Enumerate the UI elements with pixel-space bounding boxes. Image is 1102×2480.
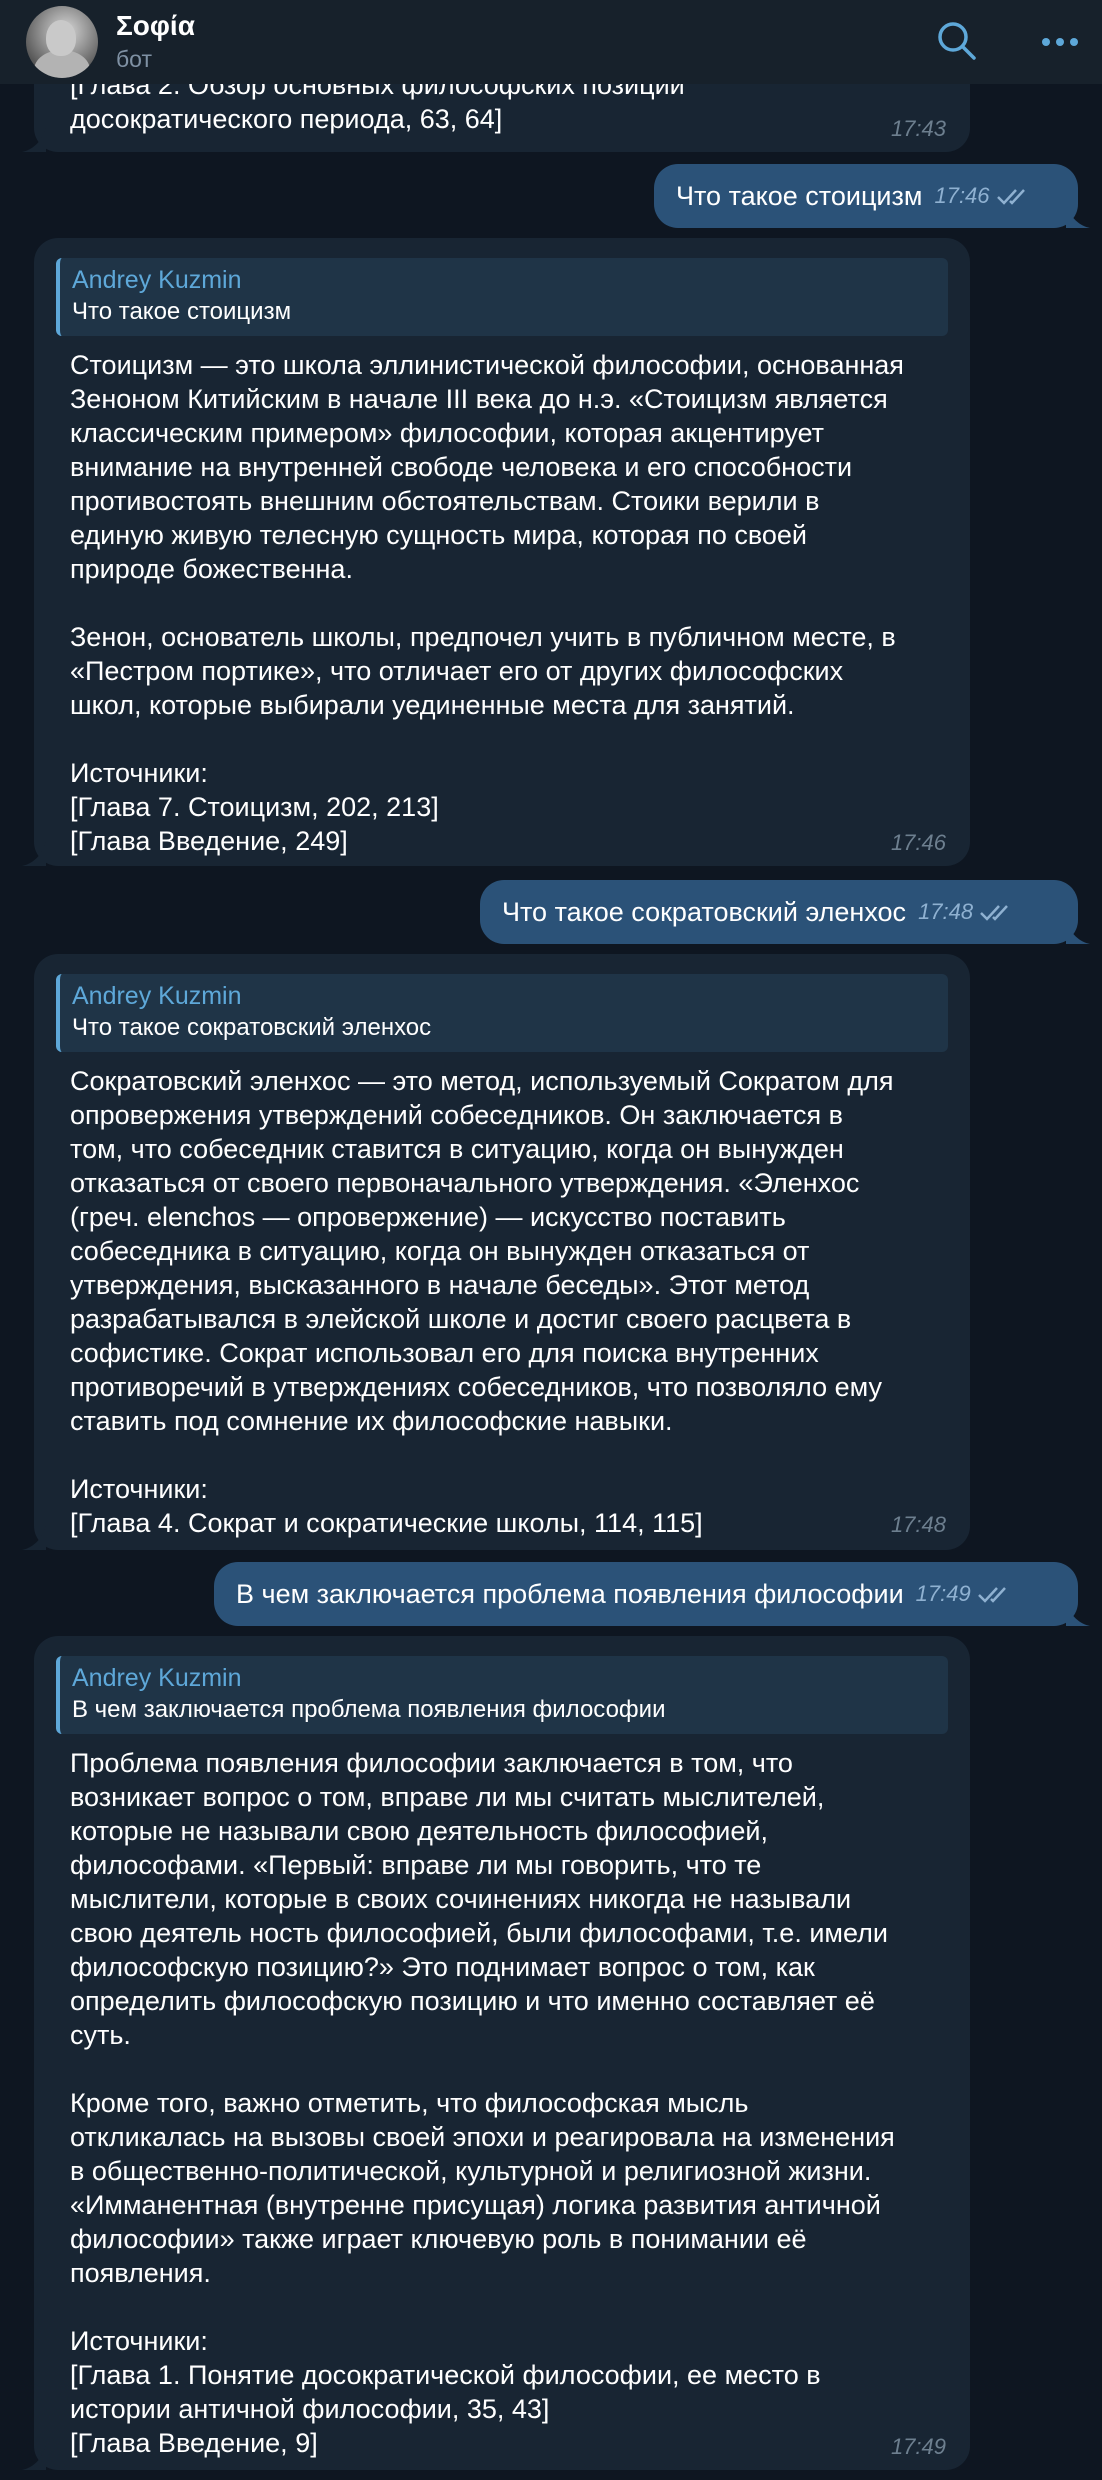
reply-quote[interactable]: Andrey Kuzmin В чем заключается проблема… [56,1656,948,1734]
message-time: 17:48 [918,899,974,924]
chat-header: Σοφία бот [0,0,1102,84]
bubble-tail [1066,204,1090,228]
bubble-tail [1066,920,1090,944]
outgoing-message: Что такое стоицизм 17:46 [654,164,1090,228]
message-line: [Глава 4. Сократ и сократические школы, … [70,1508,703,1538]
message-line: «Пестром портике», что отличает его от д… [70,656,844,686]
message-time: 17:48 [890,1512,946,1537]
chat-title[interactable]: Σοφία [116,10,195,42]
message-line: появления. [70,2258,211,2288]
double-check-icon [977,1587,1006,1603]
message-line: Стоицизм — это школа эллинистической фил… [70,350,904,380]
more-icon[interactable] [1040,30,1080,54]
message-line: Источники: [70,758,208,788]
message-text: Что такое сократовский эленхос [502,897,907,927]
reply-text: В чем заключается проблема появления фил… [72,1696,666,1723]
message-line: Зеноном Китийским в начале III века до н… [70,384,888,414]
message-line: возникает вопрос о том, вправе ли мы счи… [70,1782,825,1812]
incoming-message: Andrey Kuzmin В чем заключается проблема… [22,1636,970,2470]
message-line: философами. «Первый: вправе ли мы говори… [70,1850,762,1880]
message-line: Проблема появления философии заключается… [70,1748,793,1778]
message-line: свою деятель ность философией, были фило… [70,1918,888,1948]
message-time: 17:46 [890,830,946,855]
message-line: Источники: [70,2326,208,2356]
reply-text: Что такое стоицизм [72,298,292,325]
message-line: [Глава 7. Стоицизм, 202, 213] [70,792,439,822]
chat-subtitle: бот [116,46,152,72]
reply-quote[interactable]: Andrey Kuzmin Что такое стоицизм [56,258,948,336]
message-line: собеседника в ситуацию, когда он вынужде… [70,1236,810,1266]
message-line: отказаться от своего первоначального утв… [70,1168,860,1198]
message-line: единую живую телесную сущность мира, кот… [70,520,808,550]
double-check-icon [996,189,1025,205]
incoming-message: Andrey Kuzmin Что такое стоицизм Стоициз… [22,238,970,866]
message-time: 17:49 [890,2434,946,2459]
message-line: «Имманентная (внутренне присущая) логика… [70,2190,881,2220]
message-line: опровержения утверждений собеседников. О… [70,1100,843,1130]
bubble-tail [22,2446,46,2470]
message-line: том, что собеседник ставится в ситуацию,… [70,1134,844,1164]
incoming-message: Andrey Kuzmin Что такое сократовский эле… [22,954,970,1550]
message-line: Кроме того, важно отметить, что философс… [70,2088,749,2118]
message-line: природе божественна. [70,554,353,584]
message-line: школ, которые выбирали уединенные места … [70,690,795,720]
message-body: Сократовский эленхос — это метод, исполь… [70,1064,893,1540]
search-icon[interactable] [934,18,980,64]
message-line: Сократовский эленхос — это метод, исполь… [70,1066,894,1096]
message-line: ставить под сомнение их философские навы… [70,1406,673,1436]
message-line: досократического периода, 63, 64] [70,104,503,134]
bubble-tail [22,1526,46,1550]
bubble-tail [22,842,46,866]
message-line: определить философскую позицию и что име… [70,1986,875,2016]
message-line: (греч. elenchos — опровержение) — искусс… [70,1202,786,1232]
message-line: Зенон, основатель школы, предпочел учить… [70,622,896,652]
bubble-tail [22,128,46,152]
avatar-head [46,20,76,56]
outgoing-message: Что такое сократовский эленхос 17:48 [480,880,1090,944]
outgoing-message: В чем заключается проблема появления фил… [214,1562,1090,1626]
message-line: философии» также играет ключевую роль в … [70,2224,807,2254]
message-line: [Глава 1. Понятие досократической филосо… [70,2360,821,2390]
message-line: софистике. Сократ использовал его для по… [70,1338,819,1368]
reply-author: Andrey Kuzmin [72,266,242,294]
message-line: утверждения, высказанного в начале бесед… [70,1270,810,1300]
message-line: мыслители, которые в своих сочинениях ни… [70,1884,852,1914]
message-text: Что такое стоицизм [676,181,923,211]
message-line: философскую позицию?» Это поднимает вопр… [70,1952,815,1982]
message-line: суть. [70,2020,131,2050]
message-line: [Глава Введение, 249] [70,826,348,856]
message-line: в общественно-политической, культурной и… [70,2156,872,2186]
message-line: противоречий в утверждениях собеседников… [70,1372,882,1402]
double-check-icon [980,905,1009,921]
message-time: 17:43 [890,116,946,141]
message-line: разрабатывался в элейской школе и достиг… [70,1304,852,1334]
message-line: классическим примером» философии, котора… [70,418,825,448]
message-line: которые не называли свою деятельность фи… [70,1816,768,1846]
message-line: откликалась на вызовы своей эпохи и реаг… [70,2122,895,2152]
bot-avatar[interactable] [26,6,98,78]
reply-author: Andrey Kuzmin [72,1664,242,1692]
message-text: В чем заключается проблема появления фил… [236,1579,904,1609]
message-line: внимание на внутренней свободе человека … [70,452,853,482]
reply-author: Andrey Kuzmin [72,982,242,1010]
message-body: Проблема появления философии заключается… [70,1746,895,2460]
message-line: противостоять внешним обстоятельствам. С… [70,486,820,516]
bubble-tail [1066,1602,1090,1626]
message-line: [Глава Введение, 9] [70,2428,318,2458]
reply-quote[interactable]: Andrey Kuzmin Что такое сократовский эле… [56,974,948,1052]
message-line: истории античной философии, 35, 43] [70,2394,550,2424]
message-body: Стоицизм — это школа эллинистической фил… [70,348,904,858]
message-time: 17:46 [934,183,990,208]
message-time: 17:49 [915,1581,971,1606]
reply-text: Что такое сократовский эленхос [72,1014,432,1041]
message-line: Источники: [70,1474,208,1504]
